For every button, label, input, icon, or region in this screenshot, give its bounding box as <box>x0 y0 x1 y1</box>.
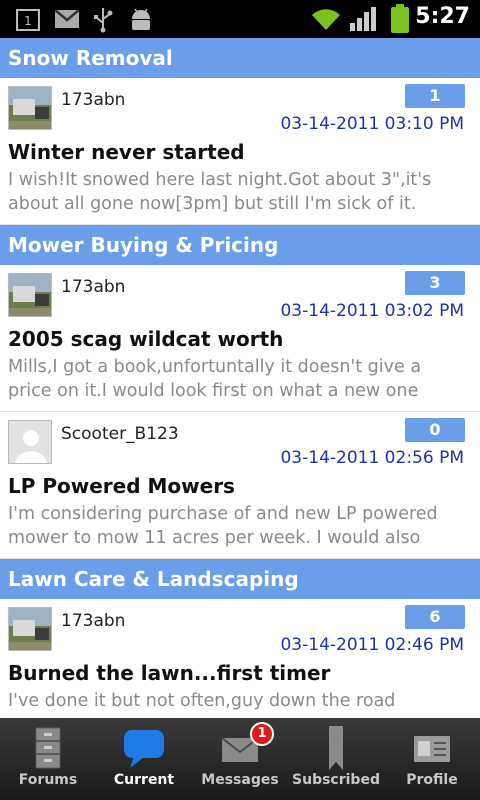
topic-preview: I wish!It snowed here last night.Got abo… <box>8 170 432 214</box>
gmail-icon <box>54 9 80 28</box>
username[interactable]: 173abn <box>61 90 125 110</box>
topic-item[interactable]: Scooter_B123 0 03-14-2011 02:56 PM LP Po… <box>0 412 480 559</box>
username[interactable]: 173abn <box>61 611 125 631</box>
tab-current[interactable]: Current <box>96 718 192 800</box>
tab-messages[interactable]: 1 Messages <box>192 718 288 800</box>
tab-label: Profile <box>406 772 458 788</box>
reply-count-badge: 3 <box>405 271 465 295</box>
section-header: Lawn Care & Landscaping <box>0 559 480 599</box>
section-header: Mower Buying & Pricing <box>0 225 480 265</box>
topic-title: Winter never started <box>8 140 245 164</box>
post-date: 03-14-2011 02:56 PM <box>280 448 464 468</box>
section-header: Snow Removal <box>0 38 480 78</box>
current-topics-list[interactable]: Snow Removal 173abn 1 03-14-2011 03:10 P… <box>0 38 480 718</box>
signal-icon <box>350 7 376 31</box>
topic-item[interactable]: 173abn 1 03-14-2011 03:10 PM Winter neve… <box>0 78 480 225</box>
bookmark-icon <box>329 726 343 770</box>
topic-item[interactable]: 173abn 3 03-14-2011 03:02 PM 2005 scag w… <box>0 265 480 412</box>
id-card-icon <box>414 736 450 762</box>
topic-item[interactable]: 173abn 6 03-14-2011 02:46 PM Burned the … <box>0 599 480 718</box>
battery-icon <box>391 4 409 33</box>
avatar <box>8 273 52 317</box>
cabinet-icon <box>35 727 61 769</box>
bottom-tab-bar: Forums Current 1 Messages Subscribed Pro… <box>0 718 480 800</box>
reply-count-badge: 6 <box>405 605 465 629</box>
wifi-icon <box>312 9 340 31</box>
usb-icon <box>94 8 113 33</box>
status-bar: 1 5:27 <box>0 0 480 38</box>
tab-label: Current <box>113 772 175 788</box>
notification-badge: 1 <box>250 722 274 746</box>
sim-icon: 1 <box>16 9 40 31</box>
topic-title: LP Powered Mowers <box>8 474 235 498</box>
tab-label: Messages <box>201 772 279 788</box>
tab-label: Forums <box>18 772 78 788</box>
topic-title: 2005 scag wildcat worth <box>8 327 284 351</box>
avatar <box>8 420 52 464</box>
post-date: 03-14-2011 02:46 PM <box>280 635 464 655</box>
tab-profile[interactable]: Profile <box>384 718 480 800</box>
avatar <box>8 86 52 130</box>
reply-count-badge: 1 <box>405 84 465 108</box>
tab-forums[interactable]: Forums <box>0 718 96 800</box>
topic-preview: Mills,I got a book,unfortuntally it does… <box>8 357 422 401</box>
topic-preview: I've done it but not often,guy down the … <box>8 691 396 711</box>
tab-label: Subscribed <box>292 772 380 788</box>
tab-subscribed[interactable]: Subscribed <box>288 718 384 800</box>
topic-title: Burned the lawn...first timer <box>8 661 331 685</box>
reply-count-badge: 0 <box>405 418 465 442</box>
speech-bubble-icon <box>124 730 164 768</box>
avatar <box>8 607 52 651</box>
svg-text:1: 1 <box>24 14 32 28</box>
android-debug-icon <box>132 8 150 30</box>
post-date: 03-14-2011 03:10 PM <box>280 114 464 134</box>
username[interactable]: 173abn <box>61 277 125 297</box>
post-date: 03-14-2011 03:02 PM <box>280 301 464 321</box>
clock: 5:27 <box>415 4 470 29</box>
topic-preview: I'm considering purchase of and new LP p… <box>8 504 438 548</box>
username[interactable]: Scooter_B123 <box>61 424 179 444</box>
